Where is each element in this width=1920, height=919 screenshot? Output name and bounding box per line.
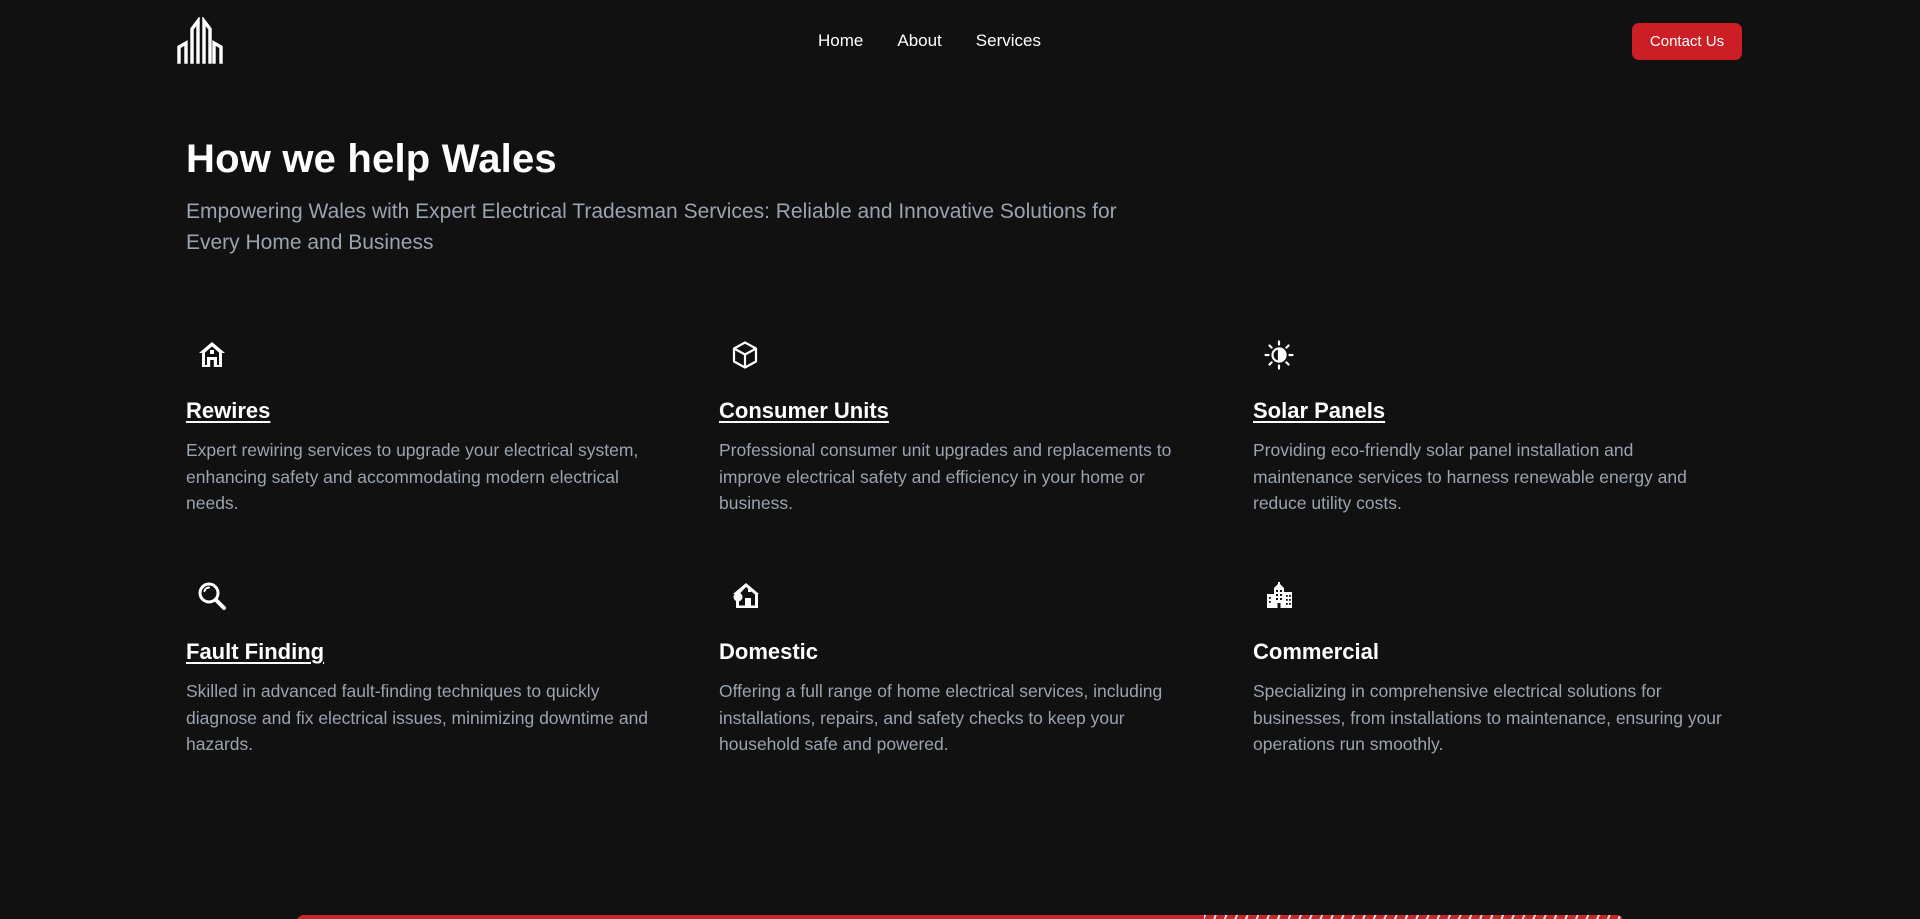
service-description-consumer-units: Professional consumer unit upgrades and … [719, 440, 1172, 513]
service-title-rewires[interactable]: Rewires [186, 397, 270, 425]
page: Home About Services Contact Us How we he… [0, 0, 1920, 919]
site-header: Home About Services Contact Us [0, 0, 1920, 82]
nav-about-link[interactable]: About [897, 30, 941, 52]
service-description-solar-panels: Providing eco-friendly solar panel insta… [1253, 440, 1687, 513]
service-title-commercial: Commercial [1253, 639, 1379, 664]
service-title-consumer-units[interactable]: Consumer Units [719, 397, 889, 425]
service-description-domestic: Offering a full range of home electrical… [719, 681, 1163, 754]
service-description-fault-finding: Skilled in advanced fault-finding techni… [186, 681, 649, 754]
cube-icon [729, 339, 761, 371]
service-description-commercial: Specializing in comprehensive electrical… [1253, 681, 1722, 754]
service-description-rewires: Expert rewiring services to upgrade your… [186, 440, 639, 513]
house-icon [196, 339, 228, 371]
main-nav: Home About Services [818, 30, 1041, 52]
home-tree-icon [729, 580, 761, 612]
building-logo-icon [177, 17, 223, 64]
magnifier-icon [196, 580, 228, 612]
nav-home-link[interactable]: Home [818, 30, 863, 52]
sun-icon [1263, 339, 1295, 371]
page-subtitle: Empowering Wales with Expert Electrical … [186, 200, 1117, 254]
contact-us-button[interactable]: Contact Us [1632, 23, 1742, 60]
next-section-banner-edge [296, 915, 1624, 919]
buildings-icon [1263, 580, 1295, 612]
page-title: How we help Wales [186, 137, 557, 181]
service-title-domestic: Domestic [719, 639, 819, 664]
service-title-fault-finding[interactable]: Fault Finding [186, 638, 324, 666]
nav-services-link[interactable]: Services [976, 30, 1041, 52]
site-logo[interactable] [176, 17, 224, 65]
decorative-pattern [1204, 915, 1624, 919]
service-title-solar-panels[interactable]: Solar Panels [1253, 397, 1385, 425]
